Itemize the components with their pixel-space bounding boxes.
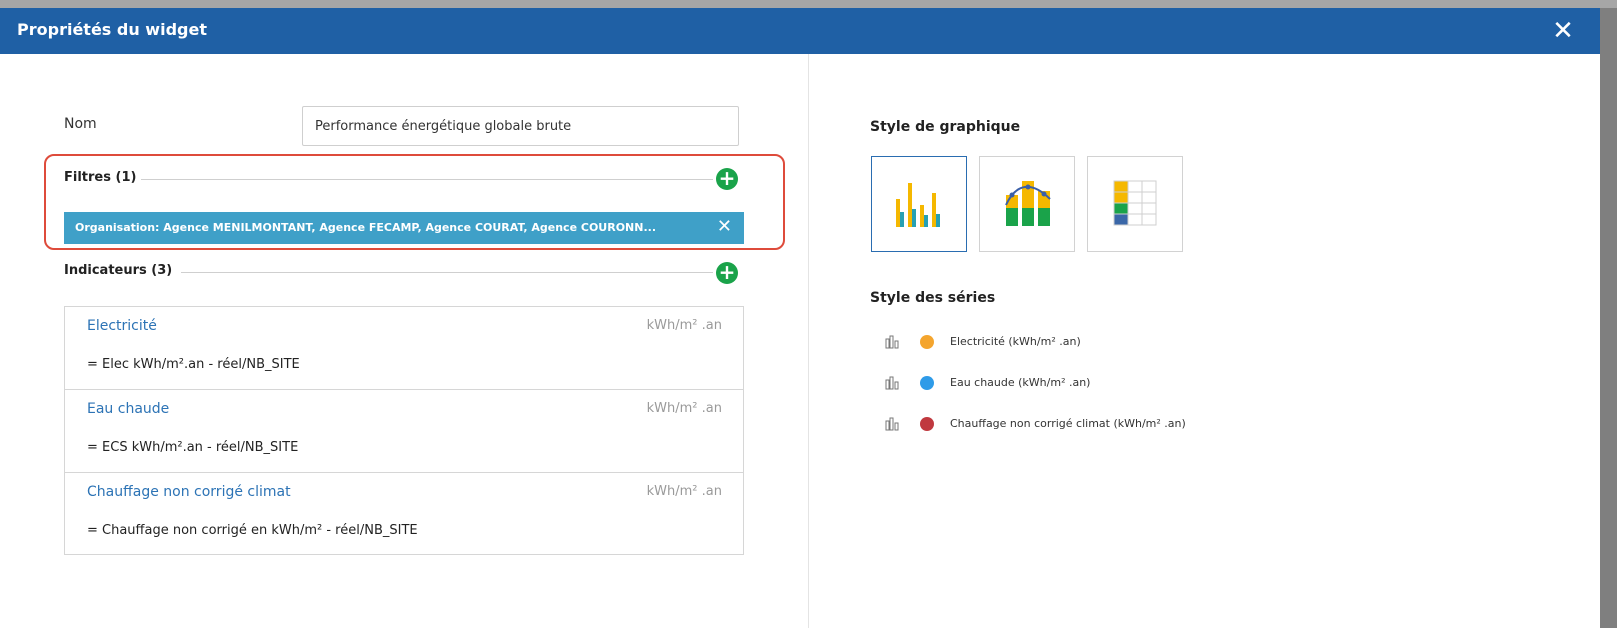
indicator-unit: kWh/m² .an	[646, 318, 722, 333]
chart-style-stacked-line[interactable]	[979, 156, 1075, 252]
indicator-name[interactable]: Eau chaude	[87, 401, 169, 417]
series-label: Chauffage non corrigé climat (kWh/m² .an…	[950, 417, 1186, 430]
indicators-heading: Indicateurs (3)	[64, 263, 173, 278]
name-input[interactable]	[302, 106, 739, 146]
series-color-dot[interactable]	[920, 417, 934, 431]
close-icon[interactable]: ✕	[1548, 14, 1578, 48]
table-chart-icon	[1113, 180, 1157, 226]
filter-chip[interactable]: Organisation: Agence MENILMONTANT, Agenc…	[64, 212, 744, 244]
dialog-titlebar: Propriétés du widget ✕	[0, 8, 1600, 54]
filters-heading: Filtres (1)	[64, 170, 137, 185]
series-label: Eau chaude (kWh/m² .an)	[950, 376, 1091, 389]
series-label: Electricité (kWh/m² .an)	[950, 335, 1081, 348]
backdrop	[0, 0, 1617, 8]
indicator-name[interactable]: Electricité	[87, 318, 157, 334]
indicator-item[interactable]: Eau chaude kWh/m² .an = ECS kWh/m².an - …	[65, 390, 743, 473]
backdrop-edge	[1600, 8, 1617, 628]
add-filter-button[interactable]: +	[716, 168, 738, 190]
indicator-list: Electricité kWh/m² .an = Elec kWh/m².an …	[64, 306, 744, 555]
filters-divider	[141, 179, 713, 180]
indicator-formula: = ECS kWh/m².an - réel/NB_SITE	[87, 440, 299, 455]
series-color-dot[interactable]	[920, 376, 934, 390]
indicators-divider	[181, 272, 713, 273]
remove-filter-icon[interactable]: ✕	[717, 216, 732, 238]
bar-chart-icon	[885, 376, 899, 390]
bar-chart-icon	[885, 335, 899, 349]
stacked-bar-line-chart-icon	[1005, 181, 1051, 226]
indicator-name[interactable]: Chauffage non corrigé climat	[87, 484, 291, 500]
indicator-formula: = Elec kWh/m².an - réel/NB_SITE	[87, 357, 300, 372]
indicator-item[interactable]: Electricité kWh/m² .an = Elec kWh/m².an …	[65, 307, 743, 390]
indicator-unit: kWh/m² .an	[646, 484, 722, 499]
indicator-unit: kWh/m² .an	[646, 401, 722, 416]
indicator-formula: = Chauffage non corrigé en kWh/m² - réel…	[87, 523, 418, 538]
filter-chip-label: Organisation: Agence MENILMONTANT, Agenc…	[75, 221, 656, 234]
dialog-title: Propriétés du widget	[17, 20, 207, 39]
series-style-heading: Style des séries	[870, 290, 996, 306]
indicator-item[interactable]: Chauffage non corrigé climat kWh/m² .an …	[65, 473, 743, 554]
name-label: Nom	[64, 116, 97, 132]
widget-properties-dialog: Propriétés du widget ✕ Nom Filtres (1) +…	[0, 8, 1600, 628]
add-indicator-button[interactable]: +	[716, 262, 738, 284]
series-color-dot[interactable]	[920, 335, 934, 349]
chart-style-table[interactable]	[1087, 156, 1183, 252]
chart-style-grouped-bar[interactable]	[871, 156, 967, 252]
pane-divider	[808, 54, 809, 628]
grouped-bar-chart-icon	[896, 183, 940, 227]
bar-chart-icon	[885, 417, 899, 431]
plus-icon: +	[718, 260, 736, 284]
chart-style-heading: Style de graphique	[870, 119, 1021, 135]
plus-icon: +	[718, 166, 736, 190]
